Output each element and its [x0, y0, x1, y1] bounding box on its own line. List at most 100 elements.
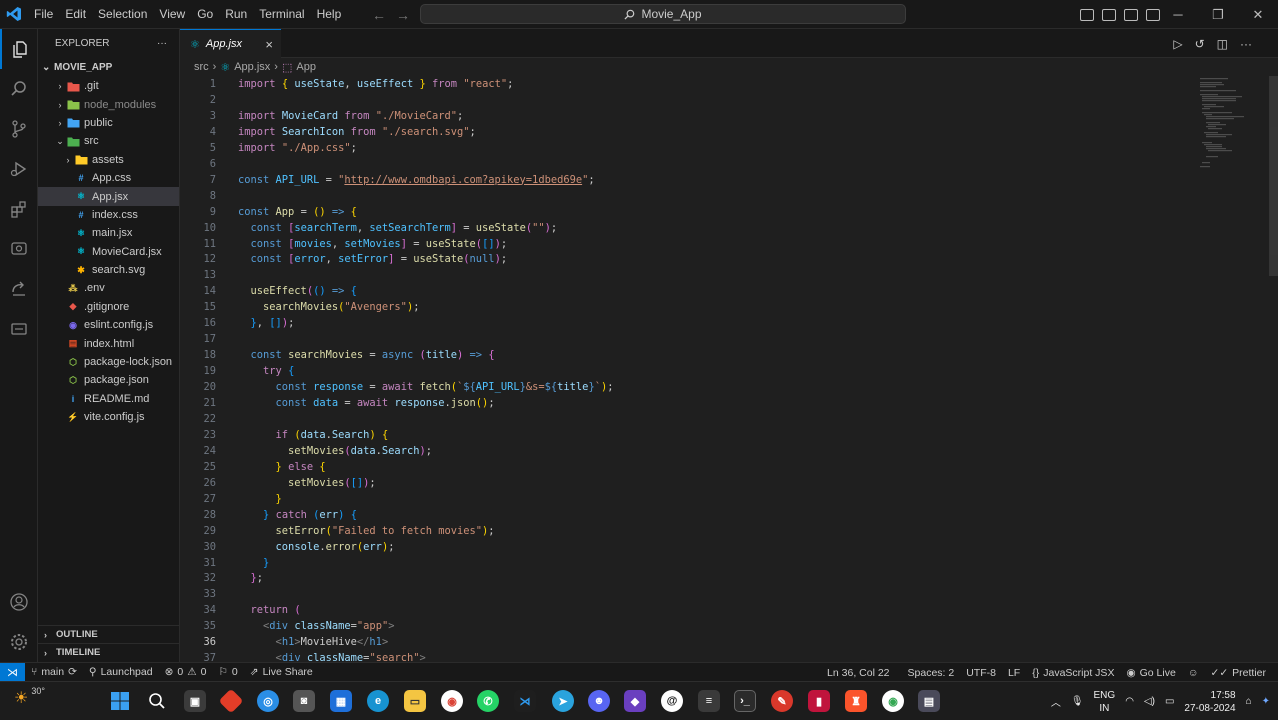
cursor-position[interactable]: Ln 36, Col 22 — [821, 667, 895, 679]
timeline-section[interactable]: › TIMELINE — [38, 643, 180, 661]
telegram-icon[interactable]: ➤ — [552, 690, 574, 712]
indentation[interactable]: Spaces: 2 — [902, 667, 961, 679]
volume-icon[interactable]: ◁) — [1144, 696, 1155, 707]
file-explorer-icon[interactable]: ▭ — [404, 690, 426, 712]
more-actions-icon[interactable]: ··· — [1240, 37, 1252, 51]
toggle-secondary-sidebar-icon[interactable] — [1124, 8, 1138, 21]
file-item[interactable]: ⁂ .env — [38, 279, 179, 297]
live-share-item[interactable]: ⇗ Live Share — [244, 666, 319, 678]
folder-item[interactable]: ⌄ src — [38, 132, 179, 150]
toggle-panel-icon[interactable] — [1102, 8, 1116, 21]
minimize-icon[interactable]: ─ — [1158, 0, 1198, 29]
vertical-scrollbar[interactable] — [1269, 76, 1278, 276]
menu-go[interactable]: Go — [191, 0, 219, 29]
app-blue-globe-icon[interactable]: ◎ — [257, 690, 279, 712]
menu-selection[interactable]: Selection — [92, 0, 153, 29]
app-window-icon[interactable]: ▤ — [918, 690, 940, 712]
file-item[interactable]: # App.css — [38, 169, 179, 187]
close-window-icon[interactable]: ✕ — [1238, 0, 1278, 29]
folder-item[interactable]: › .git — [38, 77, 179, 95]
weather-widget[interactable]: ☀ 30° — [14, 686, 45, 708]
close-tab-icon[interactable]: × — [265, 37, 273, 52]
encoding[interactable]: UTF-8 — [960, 667, 1002, 679]
split-editor-icon[interactable]: ◫ — [1217, 37, 1228, 51]
jetbrains-icon[interactable]: ▮ — [808, 690, 830, 712]
menu-edit[interactable]: Edit — [59, 0, 92, 29]
accounts-icon[interactable] — [0, 582, 38, 622]
menu-run[interactable]: Run — [219, 0, 253, 29]
app-red-diamond-icon[interactable] — [218, 688, 244, 714]
toggle-primary-sidebar-icon[interactable] — [1080, 8, 1094, 21]
edge-browser-icon[interactable]: e — [367, 690, 389, 712]
notification-icon[interactable]: ⌂ — [1246, 696, 1252, 707]
wifi-icon[interactable]: ◠ — [1125, 696, 1134, 707]
file-item[interactable]: ⚡ vite.config.js — [38, 408, 179, 426]
battery-icon[interactable]: ▭ — [1165, 696, 1174, 707]
taskbar-search-icon[interactable] — [146, 690, 168, 712]
chrome-icon[interactable]: ◉ — [441, 690, 463, 712]
code-editor[interactable]: 1 import { useState, useEffect } from "re… — [180, 76, 1278, 662]
windows-start-icon[interactable] — [109, 690, 131, 712]
source-control-icon[interactable] — [0, 109, 38, 149]
file-item[interactable]: ⚛ main.jsx — [38, 224, 179, 242]
launchpad-item[interactable]: ⚲ Launchpad — [83, 666, 159, 678]
live-share-icon[interactable] — [0, 269, 38, 309]
whatsapp-icon[interactable]: ✆ — [477, 690, 499, 712]
prettier-item[interactable]: ✓✓ Prettier — [1205, 667, 1278, 679]
end-of-line[interactable]: LF — [1002, 667, 1026, 679]
threads-icon[interactable]: @ — [661, 690, 683, 712]
restore-icon[interactable]: ❐ — [1198, 0, 1238, 29]
app-red-circle-icon[interactable]: ✎ — [771, 690, 793, 712]
file-item[interactable]: ⬡ package-lock.json — [38, 353, 179, 371]
command-center-search[interactable]: Movie_App — [420, 4, 906, 24]
microsoft-store-icon[interactable]: ▦ — [330, 690, 352, 712]
minimap[interactable] — [1196, 76, 1246, 176]
discord-icon[interactable]: ☻ — [588, 690, 610, 712]
file-item[interactable]: i README.md — [38, 390, 179, 408]
terminal-icon[interactable]: ›_ — [734, 690, 756, 712]
folder-item[interactable]: › node_modules — [38, 95, 179, 113]
vscode-taskbar-icon[interactable]: ⋊ — [514, 690, 536, 712]
breadcrumb-symbol[interactable]: App — [296, 61, 316, 73]
file-item[interactable]: ✱ search.svg — [38, 261, 179, 279]
problems-indicator[interactable]: ⊗ 0 ⚠ 0 — [159, 666, 213, 678]
brave-browser-icon[interactable]: ♜ — [845, 690, 867, 712]
outline-section[interactable]: › OUTLINE — [38, 625, 180, 643]
copilot-taskbar-icon[interactable]: ✦ — [1262, 696, 1270, 707]
remote-indicator-icon[interactable]: ⋊ — [0, 662, 25, 682]
workspace-folder[interactable]: ⌄ MOVIE_APP — [38, 57, 179, 77]
remote-explorer-icon[interactable] — [0, 229, 38, 269]
microphone-icon[interactable]: 🎙 — [1071, 696, 1084, 707]
more-actions-icon[interactable]: ··· — [157, 38, 167, 49]
branch-indicator[interactable]: ⑂ main ⟳ — [25, 666, 83, 678]
clock[interactable]: 17:58 27-08-2024 — [1184, 689, 1235, 715]
forward-arrow-icon[interactable]: → — [396, 7, 410, 23]
file-item[interactable]: ▤ index.html — [38, 334, 179, 352]
go-live-item[interactable]: ◉ Go Live — [1120, 667, 1181, 679]
run-debug-icon[interactable] — [0, 149, 38, 189]
run-file-icon[interactable]: ▷ — [1173, 37, 1182, 51]
chrome-profile-icon[interactable]: ◉ — [882, 690, 904, 712]
timeline-history-icon[interactable]: ↺ — [1195, 37, 1205, 51]
file-item[interactable]: ⬡ package.json — [38, 371, 179, 389]
file-item[interactable]: # index.css — [38, 206, 179, 224]
extensions-icon[interactable] — [0, 189, 38, 229]
back-arrow-icon[interactable]: ← — [372, 7, 386, 23]
menu-view[interactable]: View — [153, 0, 191, 29]
manage-gear-icon[interactable] — [0, 622, 38, 662]
camera-app-icon[interactable]: ◙ — [293, 690, 315, 712]
file-item[interactable]: ⚛ MovieCard.jsx — [38, 243, 179, 261]
task-view-icon[interactable]: ▣ — [184, 690, 206, 712]
tray-overflow-icon[interactable]: ︿ — [1051, 694, 1061, 709]
language-mode[interactable]: {} JavaScript JSX — [1026, 667, 1120, 679]
file-item[interactable]: ◉ eslint.config.js — [38, 316, 179, 334]
file-item[interactable]: ◆ .gitignore — [38, 298, 179, 316]
menu-file[interactable]: File — [28, 0, 59, 29]
folder-item[interactable]: › assets — [38, 151, 179, 169]
notepad-icon[interactable]: ≡ — [698, 690, 720, 712]
file-item[interactable]: ⚛ App.jsx — [38, 187, 179, 206]
ports-indicator[interactable]: ⚐ 0 — [212, 666, 243, 678]
tab-app-jsx[interactable]: ⚛ App.jsx × — [180, 29, 281, 58]
ports-view-icon[interactable] — [0, 309, 38, 349]
search-icon[interactable] — [0, 69, 38, 109]
